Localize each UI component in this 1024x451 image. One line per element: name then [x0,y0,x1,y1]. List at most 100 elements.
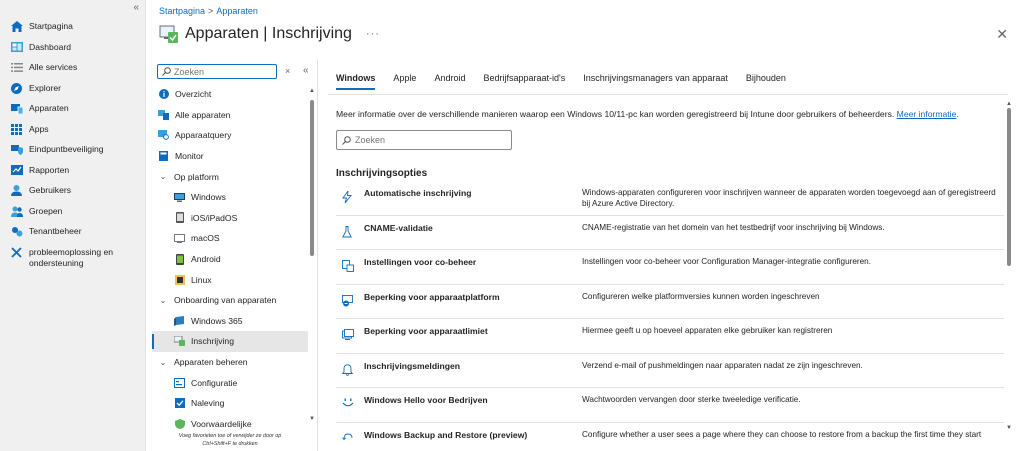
dashboard-icon [10,42,23,53]
secondary-nav: × « Overzicht Alle apparaten Apparaatque… [152,60,318,451]
nav-item-naleving[interactable]: Naleving [152,393,308,414]
option-row-cname-validatie[interactable]: CNAME-validatie CNAME-registratie van he… [336,216,1004,250]
nav-group-apparaten-beheren[interactable]: ⌄ Apparaten beheren [152,352,308,373]
windows-device-icon [174,192,185,203]
breadcrumb: Startpagina > Apparaten [159,6,258,16]
nav-item-android[interactable]: Android [152,249,308,270]
co-management-icon [342,260,354,274]
tab-windows[interactable]: Windows [336,73,376,90]
tools-icon [10,246,23,258]
lightning-icon [342,189,352,205]
compliance-icon [174,398,185,409]
chevron-down-icon: ⌄ [159,295,167,305]
device-limit-icon [342,329,354,343]
platform-restriction-icon [342,294,354,309]
chevron-down-icon: ⌄ [159,172,167,182]
platform-tabs: Windows Apple Android Bedrijfsapparaat-i… [336,73,804,90]
options-search-box[interactable] [336,130,512,150]
breadcrumb-current-link[interactable]: Apparaten [216,6,258,16]
clear-search-button[interactable]: × [285,66,290,76]
more-options-button[interactable]: ··· [366,28,380,40]
enrollment-options-list: Automatische inschrijving Windows-appara… [336,181,1004,451]
collapse-secondary-nav-button[interactable]: « [303,65,309,76]
learn-more-link[interactable]: Meer informatie [897,109,957,119]
option-row-automatische-inschrijving[interactable]: Automatische inschrijving Windows-appara… [336,181,1004,216]
apps-grid-icon [10,123,23,135]
gnav-item-rapporten[interactable]: Rapporten [0,165,146,186]
nav-scroll-down-arrow[interactable]: ▼ [309,416,315,422]
nav-scroll-up-arrow[interactable]: ▲ [309,88,315,94]
tab-corporate-device-ids[interactable]: Bedrijfsapparaat-id's [483,73,565,89]
enrollment-app-icon [159,24,179,44]
tabs-divider [328,94,1008,95]
nav-item-windows-365[interactable]: Windows 365 [152,311,308,332]
nav-item-macos[interactable]: macOS [152,228,308,249]
conditional-access-icon [174,418,185,429]
nav-item-linux[interactable]: Linux [152,269,308,290]
option-row-windows-hello[interactable]: Windows Hello voor Bedrijven Wachtwoorde… [336,388,1004,423]
bell-icon [341,363,354,378]
groups-icon [10,206,23,217]
gnav-item-startpagina[interactable]: Startpagina [0,21,146,42]
gnav-item-dashboard[interactable]: Dashboard [0,42,146,63]
option-row-platform-beperking[interactable]: Beperking voor apparaatplatform Configur… [336,285,1004,319]
collapse-nav-button[interactable]: « [133,2,139,13]
content-scrollbar-thumb[interactable] [1007,108,1011,266]
gnav-item-probleemoplossing[interactable]: probleemoplossing en ondersteuning [0,247,146,269]
nav-item-monitor[interactable]: Monitor [152,146,308,167]
breadcrumb-home-link[interactable]: Startpagina [159,6,205,16]
tab-enrollment-managers[interactable]: Inschrijvingsmanagers van apparaat [583,73,728,89]
nav-item-apparaatquery[interactable]: Apparaatquery [152,125,308,146]
nav-search-input[interactable] [174,66,269,77]
nav-item-ios[interactable]: iOS/iPadOS [152,208,308,229]
page-title: Apparaten | Inschrijving [185,25,352,42]
tab-android[interactable]: Android [434,73,465,89]
tenant-icon [10,226,23,237]
gnav-item-groepen[interactable]: Groepen [0,206,146,227]
gnav-item-eindpuntbeveiliging[interactable]: Eindpuntbeveiliging [0,144,146,165]
breadcrumb-separator: > [208,6,214,16]
enrollment-icon [174,336,185,347]
smile-icon [342,398,354,410]
nav-search-box[interactable] [157,64,277,79]
gnav-item-tenantbeheer[interactable]: Tenantbeheer [0,226,146,247]
nav-item-configuratie[interactable]: Configuratie [152,372,308,393]
nav-item-alle-apparaten[interactable]: Alle apparaten [152,105,308,126]
page-header: Apparaten | Inschrijving ··· [159,24,380,44]
close-icon[interactable]: ✕ [996,26,1008,43]
ios-device-icon [174,212,185,224]
home-icon [10,21,23,32]
option-row-backup-restore[interactable]: Windows Backup and Restore (preview) Con… [336,423,1004,451]
restore-icon [342,433,354,445]
nav-scrollbar-thumb[interactable] [310,100,314,256]
info-icon [158,89,169,100]
nav-item-inschrijving[interactable]: Inschrijving [152,331,308,352]
nav-item-voorwaardelijke[interactable]: Voorwaardelijke [152,414,308,435]
gnav-item-explorer[interactable]: Explorer [0,82,146,104]
explorer-icon [10,82,23,94]
content-scroll-up-arrow[interactable]: ▲ [1006,101,1012,107]
chevron-down-icon: ⌄ [159,357,167,367]
windows-365-icon [174,315,185,326]
option-row-apparaatlimiet[interactable]: Beperking voor apparaatlimiet Hiermee ge… [336,319,1004,354]
shield-icon [10,144,23,155]
content-scroll-down-arrow[interactable]: ▼ [1006,425,1012,431]
flask-icon [342,225,352,240]
gnav-item-apps[interactable]: Apps [0,123,146,145]
linux-device-icon [174,274,185,285]
gnav-item-gebruikers[interactable]: Gebruikers [0,185,146,206]
nav-item-windows[interactable]: Windows [152,187,308,208]
gnav-item-apparaten[interactable]: Apparaten [0,103,146,124]
options-search-input[interactable] [355,135,505,145]
option-row-co-beheer[interactable]: Instellingen voor co-beheer Instellingen… [336,250,1004,285]
nav-item-overzicht[interactable]: Overzicht [152,84,308,105]
tab-apple[interactable]: Apple [393,73,416,89]
nav-group-op-platform[interactable]: ⌄ Op platform [152,166,308,187]
tab-bijhouden[interactable]: Bijhouden [746,73,786,89]
nav-group-onboarding[interactable]: ⌄ Onboarding van apparaten [152,290,308,311]
all-devices-icon [158,109,169,120]
option-row-inschrijvingsmeldingen[interactable]: Inschrijvingsmeldingen Verzend e-mail of… [336,354,1004,388]
gnav-item-alle-services[interactable]: Alle services [0,62,146,83]
devices-icon [10,103,23,114]
global-nav: « Startpagina Dashboard Alle services Ex… [0,0,146,451]
